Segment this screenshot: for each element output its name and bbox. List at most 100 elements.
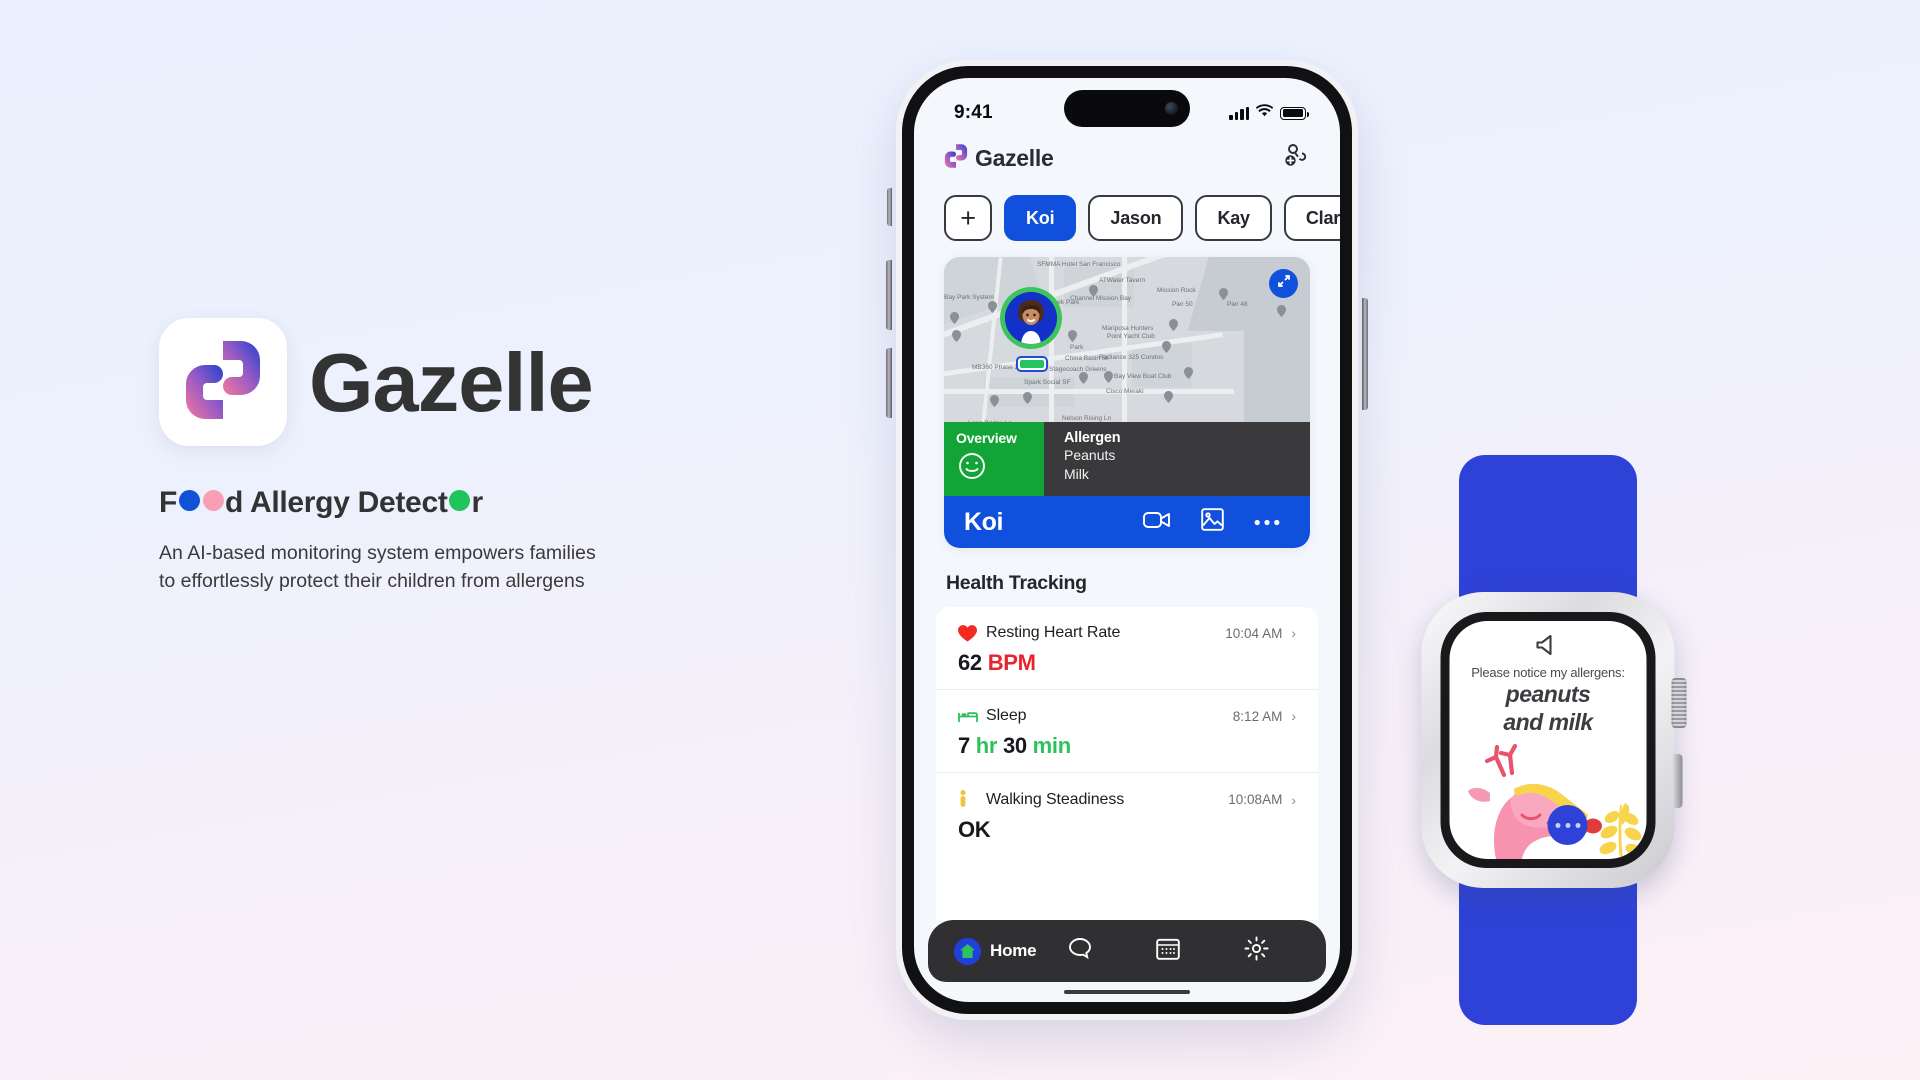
health-row-time: 10:08AM (1228, 792, 1283, 807)
health-row-value: OK (958, 817, 991, 842)
add-family-member-icon[interactable] (1282, 142, 1310, 175)
sleep-minutes: 30 (1002, 733, 1027, 758)
health-row-header: Walking Steadiness 10:08AM › (958, 790, 1296, 809)
status-info-row: Overview Allergen Peanuts Milk (944, 422, 1310, 496)
nav-item-settings[interactable] (1212, 936, 1300, 966)
health-row-time: 8:12 AM (1232, 708, 1283, 724)
video-call-icon[interactable] (1143, 510, 1171, 535)
chip-member-koi[interactable]: Koi (1004, 195, 1077, 241)
health-row-label: Sleep (986, 707, 1027, 724)
phone-mockup: 9:41 Gazelle + Koi Jason Kay Clar SFMMA … (886, 60, 1368, 1020)
member-action-bar: Koi (944, 496, 1310, 548)
photo-gallery-icon[interactable] (1201, 508, 1224, 536)
watch-more-options-button[interactable] (1547, 805, 1588, 845)
health-row-value-row: OK (958, 817, 1296, 843)
health-row-header: Sleep 8:12 AM › (958, 707, 1296, 725)
more-options-icon[interactable] (1254, 513, 1280, 531)
health-row-header: Resting Heart Rate 10:04 AM › (958, 624, 1296, 642)
battery-icon (1280, 106, 1309, 120)
app-brand: Gazelle (944, 143, 1054, 174)
chat-bubble-icon (1068, 937, 1092, 965)
speaker-volume-icon[interactable] (1450, 633, 1647, 657)
chevron-right-icon[interactable]: › (1291, 625, 1296, 641)
sleep-minutes-unit: min (1032, 733, 1072, 758)
phone-volume-up-button[interactable] (886, 260, 892, 330)
health-row-value: 7 hr 30 min (958, 733, 1296, 759)
health-row-label: Resting Heart Rate (986, 624, 1121, 641)
member-card: SFMMA Hotel San Francisco ATWater Tavern… (944, 257, 1310, 548)
sleep-hours: 7 (958, 733, 970, 758)
app-header: Gazelle (914, 134, 1340, 179)
gazelle-logo-icon (944, 143, 968, 174)
watch-lead-text: Please notice my allergens: (1471, 665, 1625, 680)
chip-add-member[interactable]: + (944, 195, 992, 241)
tagline: Fd Allergy Detect r (159, 486, 779, 520)
app-brand-name: Gazelle (975, 145, 1054, 171)
nav-item-chat[interactable] (1036, 937, 1124, 965)
health-row-sleep[interactable]: Sleep 8:12 AM › 7 hr 30 min (936, 690, 1318, 773)
gazelle-logo-icon (183, 338, 263, 427)
chevron-right-icon[interactable]: › (1291, 792, 1296, 808)
allergen-title: Allergen (1064, 430, 1121, 446)
calendar-icon (1156, 938, 1180, 965)
health-row-resting-heart-rate[interactable]: Resting Heart Rate 10:04 AM › 62 BPM (936, 607, 1318, 690)
cellular-signal-icon (1229, 106, 1249, 120)
phone-silence-switch[interactable] (887, 188, 892, 226)
watch-case: Please notice my allergens: peanuts and … (1421, 592, 1687, 888)
tagline-dot-pink-icon (202, 490, 224, 511)
chip-member-jason[interactable]: Jason (1088, 195, 1184, 241)
expand-fullscreen-icon (1277, 274, 1291, 293)
walking-person-icon (958, 790, 980, 809)
status-bar-time: 9:41 (954, 102, 993, 123)
health-row-walking-steadiness[interactable]: Walking Steadiness 10:08AM › OK (936, 773, 1318, 856)
home-icon (954, 937, 981, 965)
settings-gear-icon (1244, 936, 1269, 966)
family-member-chips[interactable]: + Koi Jason Kay Clara (914, 179, 1340, 257)
tagline-mid: d Allergy Detect (225, 486, 448, 519)
nav-item-calendar[interactable] (1124, 938, 1212, 965)
bed-sleep-icon (958, 709, 980, 724)
device-battery-badge (1016, 356, 1048, 372)
status-bar-indicators (1229, 104, 1309, 122)
map-pin-icon (950, 312, 959, 324)
phone-volume-down-button[interactable] (886, 348, 892, 418)
avatar (1005, 292, 1057, 344)
overview-title: Overview (956, 430, 1017, 446)
watch-allergen-line-1: peanuts (1505, 681, 1591, 707)
location-map[interactable]: SFMMA Hotel San Francisco ATWater Tavern… (944, 257, 1310, 422)
page-title: Gazelle (309, 335, 594, 429)
chip-member-clara[interactable]: Clara (1283, 195, 1340, 241)
watch-screen: Please notice my allergens: peanuts and … (1449, 621, 1647, 859)
chip-member-kay[interactable]: Kay (1195, 195, 1272, 241)
chevron-right-icon[interactable]: › (1291, 708, 1296, 724)
pink-deer-mascot-illustration (1450, 731, 1647, 859)
smartwatch-mockup: Please notice my allergens: peanuts and … (1400, 455, 1696, 1025)
smiley-face-icon (956, 453, 988, 486)
expand-map-button[interactable] (1269, 269, 1298, 298)
home-indicator (914, 982, 1340, 1002)
nav-item-home[interactable]: Home (954, 937, 1037, 965)
watch-side-button-icon[interactable] (1672, 754, 1683, 808)
health-tracking-list: Resting Heart Rate 10:04 AM › 62 BPM Sle… (936, 607, 1318, 920)
dynamic-island (1064, 90, 1190, 127)
member-location-avatar[interactable] (1000, 287, 1062, 349)
health-row-time: 10:04 AM (1225, 625, 1283, 641)
overview-panel[interactable]: Overview (944, 422, 1044, 496)
hr-number: 62 (958, 650, 982, 675)
health-section-title: Health Tracking (946, 572, 1087, 594)
sleep-hours-unit: hr (975, 733, 998, 758)
tagline-dot-green-icon (449, 490, 471, 511)
branding-block: Gazelle Fd Allergy Detect r An AI-based m… (159, 318, 779, 595)
phone-power-button[interactable] (1362, 298, 1368, 410)
digital-crown-icon[interactable] (1671, 678, 1687, 728)
member-name: Koi (964, 507, 1004, 536)
allergen-item-1: Peanuts (1064, 447, 1116, 463)
bottom-navigation: Home (928, 920, 1326, 982)
tagline-pre: F (159, 486, 178, 519)
member-actions (1143, 508, 1280, 536)
status-bar: 9:41 (914, 78, 1340, 134)
phone-screen: 9:41 Gazelle + Koi Jason Kay Clar SFMMA … (914, 78, 1340, 1002)
nav-home-label: Home (990, 941, 1037, 960)
wifi-icon (1255, 104, 1274, 122)
logo-row: Gazelle (159, 318, 779, 446)
